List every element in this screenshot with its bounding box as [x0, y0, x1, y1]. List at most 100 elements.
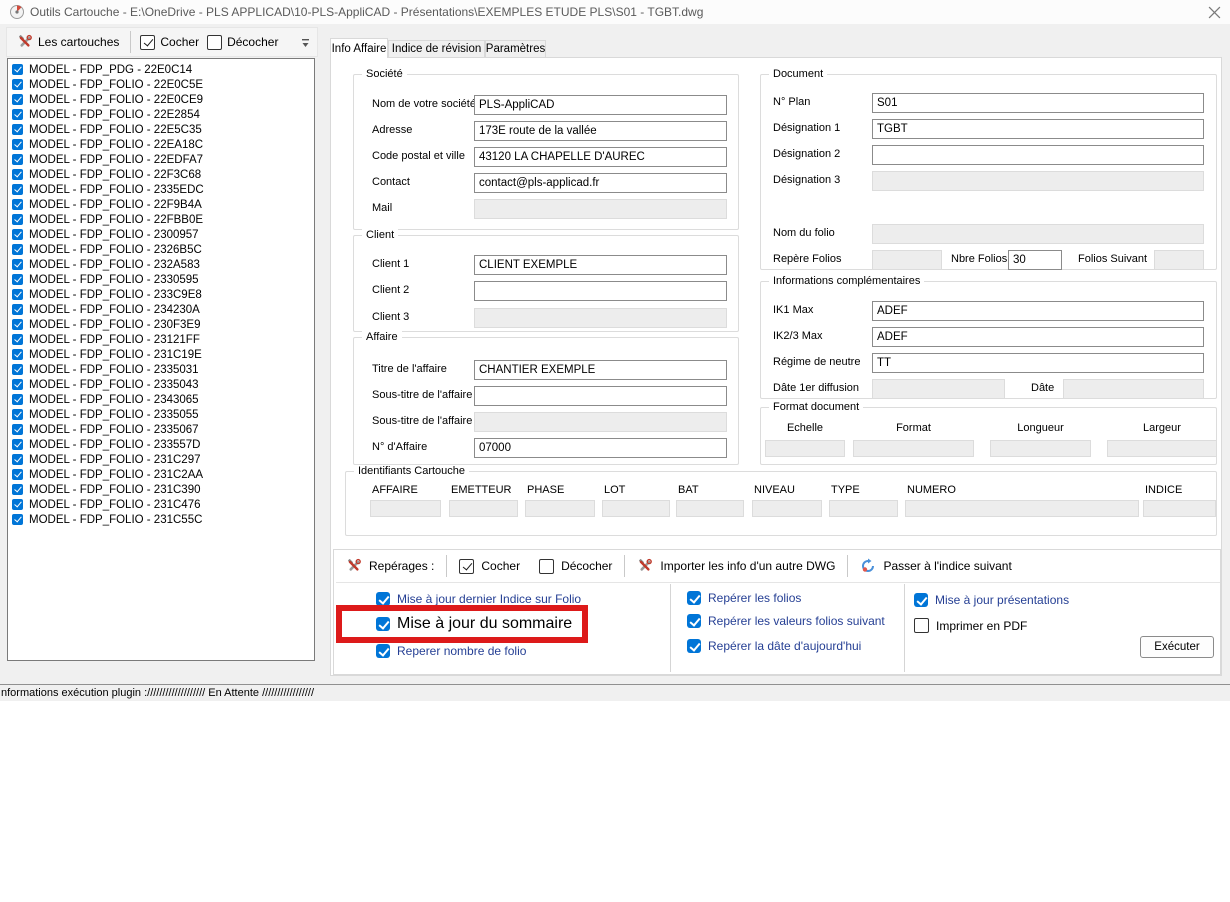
checkbox-checked-icon[interactable]: [12, 199, 23, 210]
document-designation2-input[interactable]: [872, 145, 1204, 165]
checkbox-reperer-folios[interactable]: Repérer les folios: [687, 591, 801, 605]
affaire-numero-input[interactable]: [474, 438, 727, 458]
checkbox-checked-icon[interactable]: [12, 394, 23, 405]
executer-button[interactable]: Exécuter: [1140, 636, 1214, 658]
close-icon[interactable]: [1203, 2, 1225, 22]
list-item[interactable]: MODEL - FDP_FOLIO - 233557D: [8, 437, 314, 452]
regime-neutre-input[interactable]: [872, 353, 1204, 373]
checkbox-checked-icon[interactable]: [376, 617, 390, 631]
list-item[interactable]: MODEL - FDP_FOLIO - 2326B5C: [8, 242, 314, 257]
checkbox-imprimer-pdf[interactable]: Imprimer en PDF: [914, 618, 1027, 633]
passer-indice-button[interactable]: Passer à l'indice suivant: [883, 559, 1011, 573]
checkbox-checked-icon[interactable]: [12, 229, 23, 240]
list-item[interactable]: MODEL - FDP_FOLIO - 22FBB0E: [8, 212, 314, 227]
checkbox-unchecked-icon[interactable]: [207, 35, 222, 50]
list-item[interactable]: MODEL - FDP_PDG - 22E0C14: [8, 62, 314, 77]
checkbox-checked-icon[interactable]: [12, 409, 23, 420]
list-item[interactable]: MODEL - FDP_FOLIO - 2335031: [8, 362, 314, 377]
list-item[interactable]: MODEL - FDP_FOLIO - 231C2AA: [8, 467, 314, 482]
checkbox-checked-icon[interactable]: [687, 639, 701, 653]
document-plan-input[interactable]: [872, 93, 1204, 113]
checkbox-checked-icon[interactable]: [12, 214, 23, 225]
checkbox-checked-icon[interactable]: [12, 334, 23, 345]
ik23-max-input[interactable]: [872, 327, 1204, 347]
checkbox-checked-icon[interactable]: [12, 109, 23, 120]
les-cartouches-button[interactable]: Les cartouches: [11, 32, 125, 52]
checkbox-checked-icon[interactable]: [12, 259, 23, 270]
checkbox-checked-icon[interactable]: [12, 64, 23, 75]
societe-nom-input[interactable]: [474, 95, 727, 115]
checkbox-checked-icon[interactable]: [12, 319, 23, 330]
societe-contact-input[interactable]: [474, 173, 727, 193]
client2-input[interactable]: [474, 281, 727, 301]
list-item[interactable]: MODEL - FDP_FOLIO - 232A583: [8, 257, 314, 272]
list-item[interactable]: MODEL - FDP_FOLIO - 2335043: [8, 377, 314, 392]
checkbox-checked-icon[interactable]: [12, 454, 23, 465]
list-item[interactable]: MODEL - FDP_FOLIO - 2343065: [8, 392, 314, 407]
checkbox-checked-icon[interactable]: [12, 124, 23, 135]
checkbox-checked-icon[interactable]: [12, 169, 23, 180]
list-item[interactable]: MODEL - FDP_FOLIO - 231C390: [8, 482, 314, 497]
checkbox-checked-icon[interactable]: [12, 469, 23, 480]
checkbox-checked-icon[interactable]: [376, 644, 390, 658]
list-item[interactable]: MODEL - FDP_FOLIO - 22EA18C: [8, 137, 314, 152]
toolbar-overflow-icon[interactable]: [299, 31, 313, 53]
checkbox-reperer-valeurs-folios[interactable]: Repérer les valeurs folios suivant: [687, 614, 885, 628]
checkbox-checked-icon[interactable]: [12, 499, 23, 510]
checkbox-checked-icon[interactable]: [12, 79, 23, 90]
checkbox-checked-icon[interactable]: [12, 154, 23, 165]
cocher-checkbox[interactable]: Cocher: [136, 33, 203, 52]
list-item[interactable]: MODEL - FDP_FOLIO - 231C297: [8, 452, 314, 467]
affaire-soustitre1-input[interactable]: [474, 386, 727, 406]
checkbox-mise-a-jour-sommaire[interactable]: Mise à jour du sommaire: [397, 615, 572, 633]
checkbox-checked-icon[interactable]: [140, 35, 155, 50]
checkbox-checked-icon[interactable]: [687, 614, 701, 628]
list-item[interactable]: MODEL - FDP_FOLIO - 22F3C68: [8, 167, 314, 182]
list-item[interactable]: MODEL - FDP_FOLIO - 2330595: [8, 272, 314, 287]
list-item[interactable]: MODEL - FDP_FOLIO - 22EDFA7: [8, 152, 314, 167]
list-item[interactable]: MODEL - FDP_FOLIO - 2335055: [8, 407, 314, 422]
checkbox-unchecked-icon[interactable]: [914, 618, 929, 633]
checkbox-checked-icon[interactable]: [12, 94, 23, 105]
checkbox-checked-icon[interactable]: [12, 439, 23, 450]
list-item[interactable]: MODEL - FDP_FOLIO - 22E0CE9: [8, 92, 314, 107]
checkbox-reperer-nombre-folio[interactable]: Reperer nombre de folio: [376, 644, 526, 658]
list-item[interactable]: MODEL - FDP_FOLIO - 231C476: [8, 497, 314, 512]
affaire-titre-input[interactable]: [474, 360, 727, 380]
checkbox-unchecked-icon[interactable]: [539, 559, 554, 574]
document-designation1-input[interactable]: [872, 119, 1204, 139]
checkbox-mise-a-jour-dernier-indice[interactable]: Mise à jour dernier Indice sur Folio: [376, 592, 581, 606]
list-item[interactable]: MODEL - FDP_FOLIO - 230F3E9: [8, 317, 314, 332]
checkbox-checked-icon[interactable]: [12, 289, 23, 300]
checkbox-checked-icon[interactable]: [914, 593, 928, 607]
checkbox-mise-a-jour-presentations[interactable]: Mise à jour présentations: [914, 593, 1069, 607]
checkbox-checked-icon[interactable]: [12, 244, 23, 255]
list-item[interactable]: MODEL - FDP_FOLIO - 234230A: [8, 302, 314, 317]
list-item[interactable]: MODEL - FDP_FOLIO - 2335EDC: [8, 182, 314, 197]
checkbox-checked-icon[interactable]: [459, 559, 474, 574]
list-item[interactable]: MODEL - FDP_FOLIO - 22E5C35: [8, 122, 314, 137]
tab-parametres[interactable]: Paramètres: [485, 40, 546, 58]
client1-input[interactable]: [474, 255, 727, 275]
list-item[interactable]: MODEL - FDP_FOLIO - 233C9E8: [8, 287, 314, 302]
list-item[interactable]: MODEL - FDP_FOLIO - 22F9B4A: [8, 197, 314, 212]
reperages-cocher-label[interactable]: Cocher: [481, 559, 520, 573]
societe-adresse-input[interactable]: [474, 121, 727, 141]
tab-info-affaire[interactable]: Info Affaire: [330, 38, 388, 58]
decocher-checkbox[interactable]: Décocher: [203, 33, 282, 52]
importer-button[interactable]: Importer les info d'un autre DWG: [660, 559, 835, 573]
checkbox-checked-icon[interactable]: [12, 274, 23, 285]
list-item[interactable]: MODEL - FDP_FOLIO - 2335067: [8, 422, 314, 437]
checkbox-checked-icon[interactable]: [12, 139, 23, 150]
ik1-max-input[interactable]: [872, 301, 1204, 321]
checkbox-checked-icon[interactable]: [12, 424, 23, 435]
checkbox-checked-icon[interactable]: [12, 514, 23, 525]
checkbox-reperer-date[interactable]: Repérer la dâte d'aujourd'hui: [687, 639, 861, 653]
list-item[interactable]: MODEL - FDP_FOLIO - 231C55C: [8, 512, 314, 527]
checkbox-checked-icon[interactable]: [12, 364, 23, 375]
checkbox-checked-icon[interactable]: [376, 592, 390, 606]
societe-cp-input[interactable]: [474, 147, 727, 167]
reperages-decocher-label[interactable]: Décocher: [561, 559, 612, 573]
list-item[interactable]: MODEL - FDP_FOLIO - 231C19E: [8, 347, 314, 362]
checkbox-checked-icon[interactable]: [12, 349, 23, 360]
